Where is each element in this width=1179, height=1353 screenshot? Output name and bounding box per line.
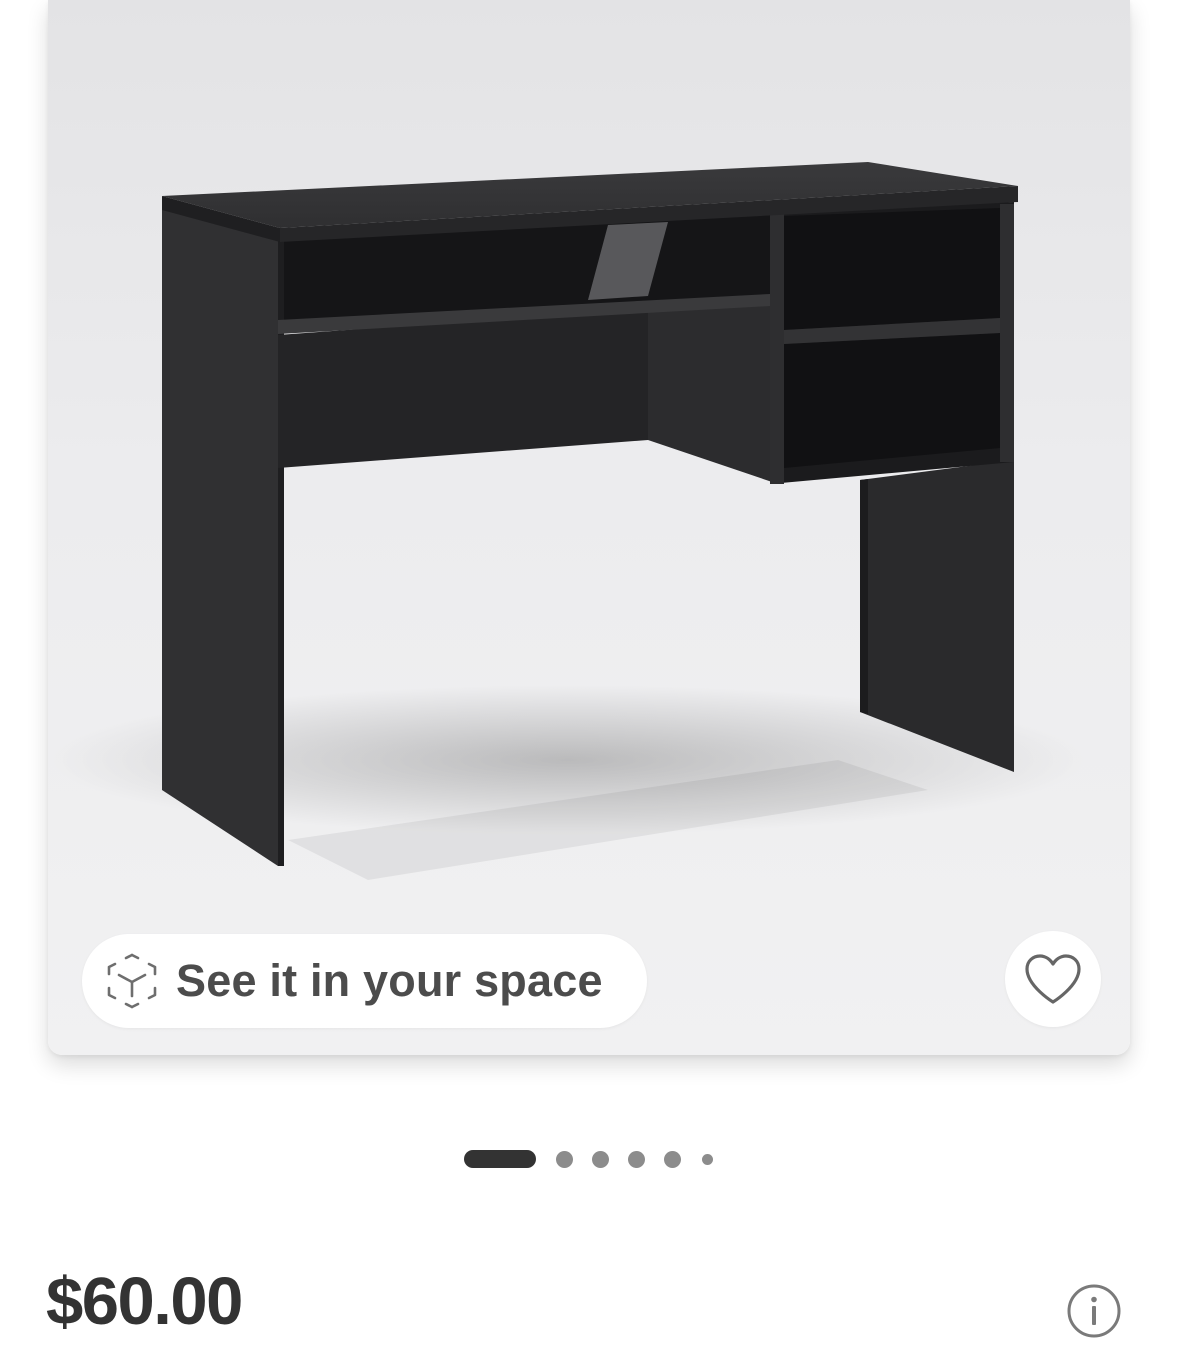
pager-dot[interactable]	[664, 1150, 681, 1168]
favorite-button[interactable]	[1005, 931, 1101, 1027]
pager-dot[interactable]	[592, 1150, 609, 1168]
info-circle-icon	[1067, 1284, 1121, 1338]
product-price: $60.00	[46, 1264, 243, 1339]
see-in-your-space-label: See it in your space	[176, 955, 603, 1006]
pager-dot[interactable]	[556, 1150, 573, 1168]
ar-cube-icon	[107, 953, 157, 1009]
heart-outline-icon	[1025, 954, 1081, 1004]
product-photo	[48, 162, 1088, 880]
pager-dot[interactable]	[628, 1150, 645, 1168]
see-in-your-space-button[interactable]: See it in your space	[82, 934, 647, 1028]
product-page: See it in your space $60.00	[0, 0, 1179, 1353]
pager-dot-active[interactable]	[464, 1150, 536, 1168]
product-image-card[interactable]: See it in your space	[48, 0, 1130, 1055]
pager-dot[interactable]	[702, 1153, 713, 1165]
image-carousel-pager	[464, 1150, 732, 1168]
price-info-button[interactable]	[1066, 1283, 1122, 1339]
